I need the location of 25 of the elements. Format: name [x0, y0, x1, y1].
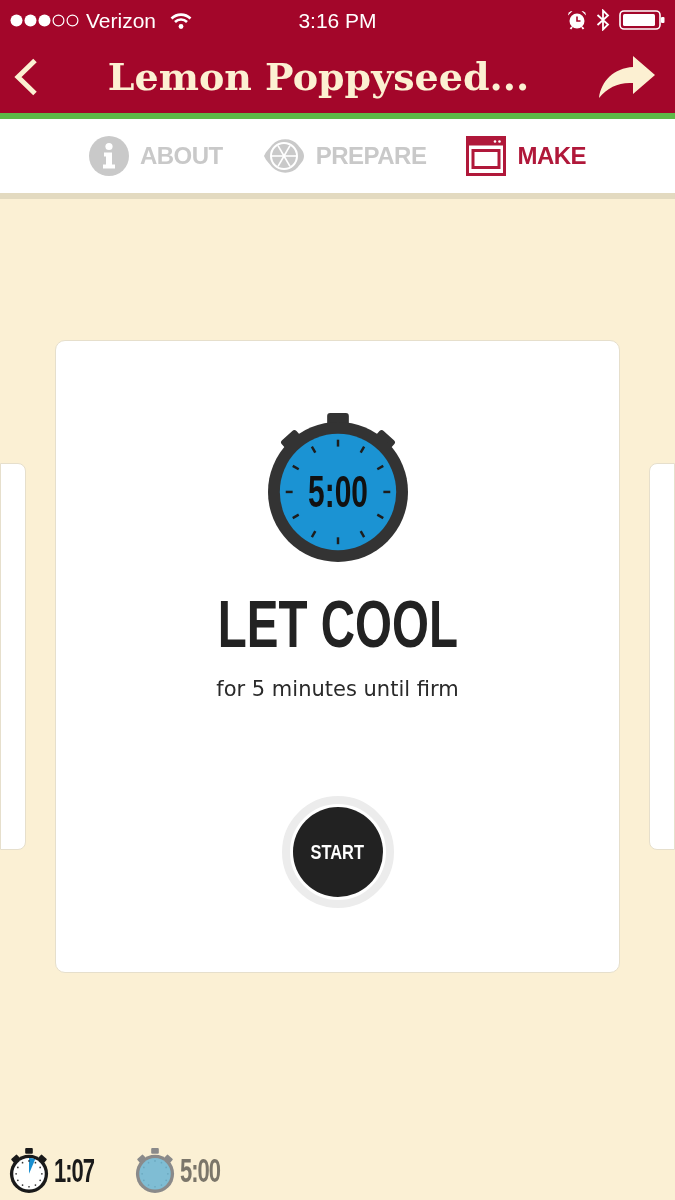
status-time: 3:16 PM	[298, 9, 377, 31]
chevron-left-icon	[14, 57, 38, 96]
start-button[interactable]: START	[281, 796, 394, 909]
step-instruction: for 5 minutes until firm	[216, 677, 459, 703]
timer-chip[interactable]: 5:00	[134, 1148, 221, 1194]
carrier-name: Verizon	[86, 9, 157, 31]
stopwatch-icon	[266, 413, 409, 563]
oven-icon	[466, 136, 507, 176]
bluetooth-icon	[596, 9, 610, 31]
timer-reading: 5:00	[307, 470, 368, 514]
info-icon	[88, 136, 129, 176]
timer-chip[interactable]: 1:07	[8, 1148, 95, 1194]
battery-icon	[619, 10, 665, 30]
alarm-clock-icon	[567, 10, 587, 30]
stopwatch-icon	[134, 1148, 177, 1194]
wifi-icon	[170, 11, 193, 29]
back-button[interactable]	[14, 57, 38, 96]
lemon-slice-icon	[262, 136, 305, 176]
share-button[interactable]	[599, 55, 655, 98]
stopwatch-icon	[8, 1148, 50, 1194]
share-icon	[599, 55, 655, 98]
step-title: LET COOL	[217, 591, 458, 657]
recipe-title: Lemon Poppyseed...	[106, 55, 531, 98]
signal-icon	[10, 13, 80, 27]
tab[interactable]: MAKE	[466, 136, 587, 176]
